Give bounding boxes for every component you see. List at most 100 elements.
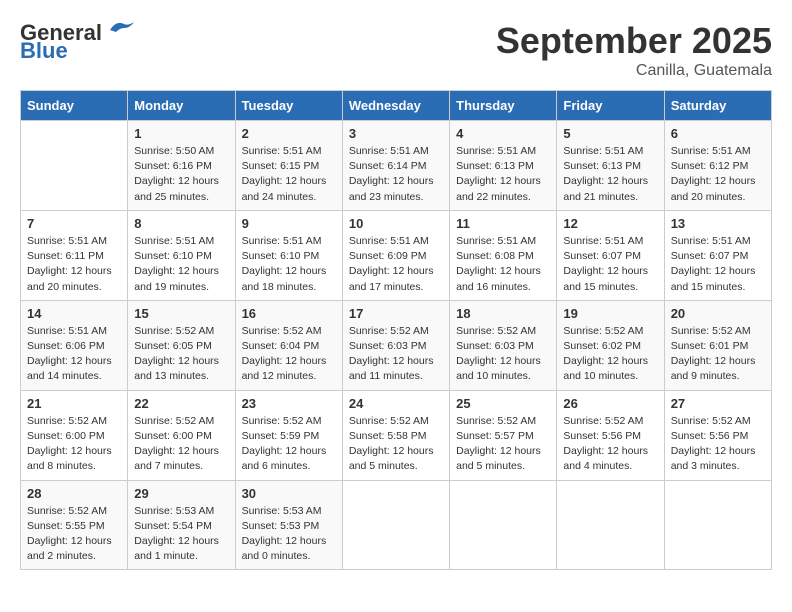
page-header: General Blue September 2025 Canilla, Gua… <box>20 20 772 80</box>
day-info: Sunrise: 5:51 AM Sunset: 6:09 PM Dayligh… <box>349 234 443 295</box>
day-number: 14 <box>27 306 121 321</box>
calendar-week-row: 7 Sunrise: 5:51 AM Sunset: 6:11 PM Daylig… <box>21 210 772 300</box>
day-info: Sunrise: 5:51 AM Sunset: 6:08 PM Dayligh… <box>456 234 550 295</box>
day-info: Sunrise: 5:52 AM Sunset: 6:02 PM Dayligh… <box>563 324 657 385</box>
calendar-cell: 29 Sunrise: 5:53 AM Sunset: 5:54 PM Dayli… <box>128 480 235 570</box>
calendar-cell: 25Sunrise: 5:52 AM Sunset: 5:57 PM Dayli… <box>450 390 557 480</box>
calendar-week-row: 14 Sunrise: 5:51 AM Sunset: 6:06 PM Dayli… <box>21 300 772 390</box>
calendar-cell: 14 Sunrise: 5:51 AM Sunset: 6:06 PM Dayli… <box>21 300 128 390</box>
logo-blue: Blue <box>20 38 68 64</box>
day-info: Sunrise: 5:52 AM Sunset: 5:56 PM Dayligh… <box>671 414 765 475</box>
calendar-week-row: 21 Sunrise: 5:52 AM Sunset: 6:00 PM Dayli… <box>21 390 772 480</box>
day-info: Sunrise: 5:52 AM Sunset: 5:59 PM Dayligh… <box>242 414 336 475</box>
day-number: 27 <box>671 396 765 411</box>
calendar-cell: 1 Sunrise: 5:50 AM Sunset: 6:16 PM Daylig… <box>128 121 235 211</box>
day-number: 12 <box>563 216 657 231</box>
day-number: 13 <box>671 216 765 231</box>
calendar-cell: 10 Sunrise: 5:51 AM Sunset: 6:09 PM Dayli… <box>342 210 449 300</box>
calendar-cell: 17Sunrise: 5:52 AM Sunset: 6:03 PM Dayli… <box>342 300 449 390</box>
day-number: 26 <box>563 396 657 411</box>
day-number: 4 <box>456 126 550 141</box>
day-info: Sunrise: 5:51 AM Sunset: 6:15 PM Dayligh… <box>242 144 336 205</box>
day-info: Sunrise: 5:51 AM Sunset: 6:13 PM Dayligh… <box>456 144 550 205</box>
calendar-cell: 12 Sunrise: 5:51 AM Sunset: 6:07 PM Dayli… <box>557 210 664 300</box>
day-number: 9 <box>242 216 336 231</box>
calendar-week-row: 28Sunrise: 5:52 AM Sunset: 5:55 PM Dayli… <box>21 480 772 570</box>
calendar-cell: 2 Sunrise: 5:51 AM Sunset: 6:15 PM Daylig… <box>235 121 342 211</box>
day-number: 20 <box>671 306 765 321</box>
title-block: September 2025 Canilla, Guatemala <box>496 20 772 80</box>
calendar-cell: 7 Sunrise: 5:51 AM Sunset: 6:11 PM Daylig… <box>21 210 128 300</box>
day-info: Sunrise: 5:52 AM Sunset: 5:56 PM Dayligh… <box>563 414 657 475</box>
day-number: 21 <box>27 396 121 411</box>
day-info: Sunrise: 5:53 AM Sunset: 5:54 PM Dayligh… <box>134 504 228 565</box>
day-info: Sunrise: 5:50 AM Sunset: 6:16 PM Dayligh… <box>134 144 228 205</box>
day-info: Sunrise: 5:51 AM Sunset: 6:06 PM Dayligh… <box>27 324 121 385</box>
calendar-cell: 23 Sunrise: 5:52 AM Sunset: 5:59 PM Dayli… <box>235 390 342 480</box>
day-number: 19 <box>563 306 657 321</box>
calendar-cell: 5Sunrise: 5:51 AM Sunset: 6:13 PM Daylig… <box>557 121 664 211</box>
day-number: 22 <box>134 396 228 411</box>
calendar-cell: 30 Sunrise: 5:53 AM Sunset: 5:53 PM Dayli… <box>235 480 342 570</box>
header-monday: Monday <box>128 91 235 121</box>
calendar-cell: 22 Sunrise: 5:52 AM Sunset: 6:00 PM Dayli… <box>128 390 235 480</box>
day-info: Sunrise: 5:51 AM Sunset: 6:10 PM Dayligh… <box>242 234 336 295</box>
header-thursday: Thursday <box>450 91 557 121</box>
header-friday: Friday <box>557 91 664 121</box>
header-tuesday: Tuesday <box>235 91 342 121</box>
calendar-cell: 26 Sunrise: 5:52 AM Sunset: 5:56 PM Dayli… <box>557 390 664 480</box>
calendar-cell: 28Sunrise: 5:52 AM Sunset: 5:55 PM Dayli… <box>21 480 128 570</box>
header-sunday: Sunday <box>21 91 128 121</box>
day-number: 18 <box>456 306 550 321</box>
calendar-table: SundayMondayTuesdayWednesdayThursdayFrid… <box>20 90 772 570</box>
calendar-cell: 19 Sunrise: 5:52 AM Sunset: 6:02 PM Dayli… <box>557 300 664 390</box>
calendar-cell <box>557 480 664 570</box>
calendar-header-row: SundayMondayTuesdayWednesdayThursdayFrid… <box>21 91 772 121</box>
day-info: Sunrise: 5:51 AM Sunset: 6:12 PM Dayligh… <box>671 144 765 205</box>
calendar-cell <box>342 480 449 570</box>
day-number: 29 <box>134 486 228 501</box>
day-info: Sunrise: 5:52 AM Sunset: 6:03 PM Dayligh… <box>349 324 443 385</box>
day-number: 8 <box>134 216 228 231</box>
day-info: Sunrise: 5:51 AM Sunset: 6:10 PM Dayligh… <box>134 234 228 295</box>
calendar-cell: 20 Sunrise: 5:52 AM Sunset: 6:01 PM Dayli… <box>664 300 771 390</box>
calendar-cell: 4 Sunrise: 5:51 AM Sunset: 6:13 PM Daylig… <box>450 121 557 211</box>
calendar-cell: 16Sunrise: 5:52 AM Sunset: 6:04 PM Dayli… <box>235 300 342 390</box>
day-info: Sunrise: 5:51 AM Sunset: 6:14 PM Dayligh… <box>349 144 443 205</box>
calendar-cell: 15Sunrise: 5:52 AM Sunset: 6:05 PM Dayli… <box>128 300 235 390</box>
calendar-week-row: 1 Sunrise: 5:50 AM Sunset: 6:16 PM Daylig… <box>21 121 772 211</box>
calendar-cell: 3Sunrise: 5:51 AM Sunset: 6:14 PM Daylig… <box>342 121 449 211</box>
day-info: Sunrise: 5:52 AM Sunset: 6:05 PM Dayligh… <box>134 324 228 385</box>
header-saturday: Saturday <box>664 91 771 121</box>
day-info: Sunrise: 5:51 AM Sunset: 6:11 PM Dayligh… <box>27 234 121 295</box>
header-wednesday: Wednesday <box>342 91 449 121</box>
location: Canilla, Guatemala <box>496 62 772 80</box>
day-number: 7 <box>27 216 121 231</box>
day-info: Sunrise: 5:53 AM Sunset: 5:53 PM Dayligh… <box>242 504 336 565</box>
day-number: 6 <box>671 126 765 141</box>
day-number: 1 <box>134 126 228 141</box>
day-info: Sunrise: 5:51 AM Sunset: 6:13 PM Dayligh… <box>563 144 657 205</box>
calendar-cell: 9 Sunrise: 5:51 AM Sunset: 6:10 PM Daylig… <box>235 210 342 300</box>
day-info: Sunrise: 5:51 AM Sunset: 6:07 PM Dayligh… <box>563 234 657 295</box>
day-info: Sunrise: 5:52 AM Sunset: 6:00 PM Dayligh… <box>134 414 228 475</box>
day-number: 25 <box>456 396 550 411</box>
day-info: Sunrise: 5:51 AM Sunset: 6:07 PM Dayligh… <box>671 234 765 295</box>
day-number: 23 <box>242 396 336 411</box>
day-number: 16 <box>242 306 336 321</box>
day-number: 10 <box>349 216 443 231</box>
calendar-cell <box>664 480 771 570</box>
day-number: 24 <box>349 396 443 411</box>
calendar-cell: 18Sunrise: 5:52 AM Sunset: 6:03 PM Dayli… <box>450 300 557 390</box>
day-number: 28 <box>27 486 121 501</box>
day-info: Sunrise: 5:52 AM Sunset: 6:00 PM Dayligh… <box>27 414 121 475</box>
calendar-cell: 21 Sunrise: 5:52 AM Sunset: 6:00 PM Dayli… <box>21 390 128 480</box>
calendar-cell: 8 Sunrise: 5:51 AM Sunset: 6:10 PM Daylig… <box>128 210 235 300</box>
day-info: Sunrise: 5:52 AM Sunset: 6:01 PM Dayligh… <box>671 324 765 385</box>
day-number: 2 <box>242 126 336 141</box>
calendar-cell <box>21 121 128 211</box>
logo: General Blue <box>20 20 136 64</box>
day-number: 30 <box>242 486 336 501</box>
calendar-cell <box>450 480 557 570</box>
logo-bird-icon <box>106 18 136 40</box>
